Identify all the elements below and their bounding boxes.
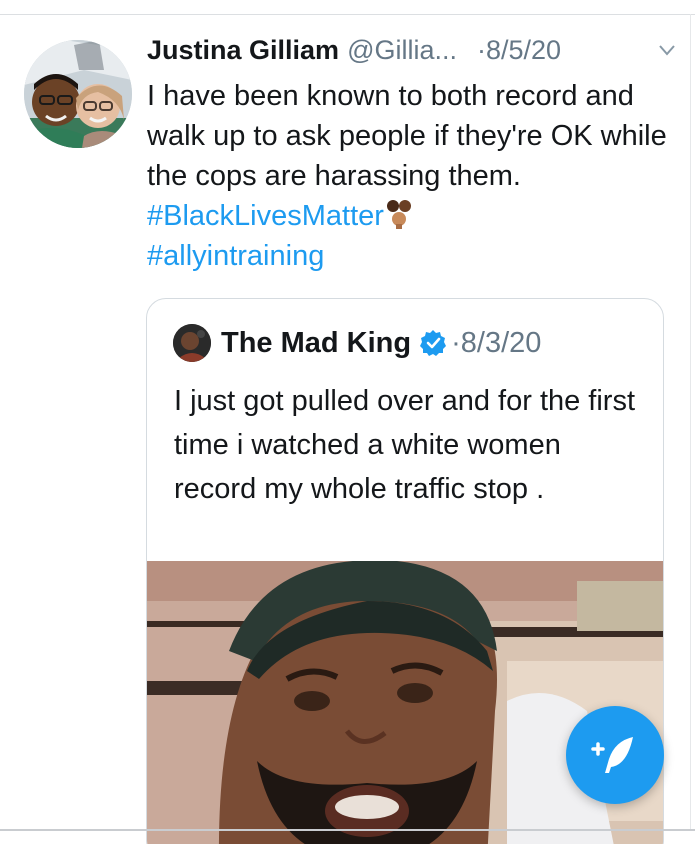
right-divider	[690, 14, 691, 831]
chevron-down-icon[interactable]	[659, 44, 675, 56]
quoted-author-avatar-photo	[173, 324, 211, 362]
author-avatar[interactable]	[24, 40, 132, 148]
author-name[interactable]: Justina Gilliam	[147, 30, 339, 70]
tweet-text-main: I have been known to both record and wal…	[147, 80, 667, 192]
raised-fists-emoji	[386, 200, 411, 229]
quoted-header-separator: ·	[451, 326, 461, 359]
hashtag-allyintraining[interactable]: #allyintraining	[147, 240, 324, 272]
quoted-tweet-text: I just got pulled over and for the first…	[174, 385, 636, 505]
author-handle[interactable]: @Gillia...	[347, 30, 457, 70]
author-avatar-photo	[24, 40, 132, 148]
bottom-divider	[0, 829, 695, 831]
top-divider	[0, 14, 695, 15]
quoted-author-avatar[interactable]	[173, 324, 211, 362]
quoted-author-name[interactable]: The Mad King	[221, 327, 411, 360]
header-separator: ·	[477, 35, 486, 65]
tweet-date[interactable]: 8/5/20	[486, 30, 561, 70]
video-thumbnail	[147, 561, 663, 844]
verified-badge-icon	[420, 330, 447, 356]
tweet-text: I have been known to both record and wal…	[147, 76, 672, 276]
hashtag-blacklivesmatter[interactable]: #BlackLivesMatter	[147, 200, 384, 232]
quoted-tweet-media[interactable]	[147, 561, 663, 844]
tweet-screen: Justina Gilliam @Gillia... · 8/5/20 I ha…	[0, 0, 695, 844]
compose-tweet-icon	[591, 737, 633, 773]
quoted-tweet-date[interactable]: 8/3/20	[461, 327, 542, 360]
compose-tweet-button[interactable]	[566, 706, 664, 804]
tweet-header: Justina Gilliam @Gillia... · 8/5/20	[147, 30, 677, 70]
quoted-tweet-header: The Mad King · 8/3/20	[173, 321, 541, 365]
